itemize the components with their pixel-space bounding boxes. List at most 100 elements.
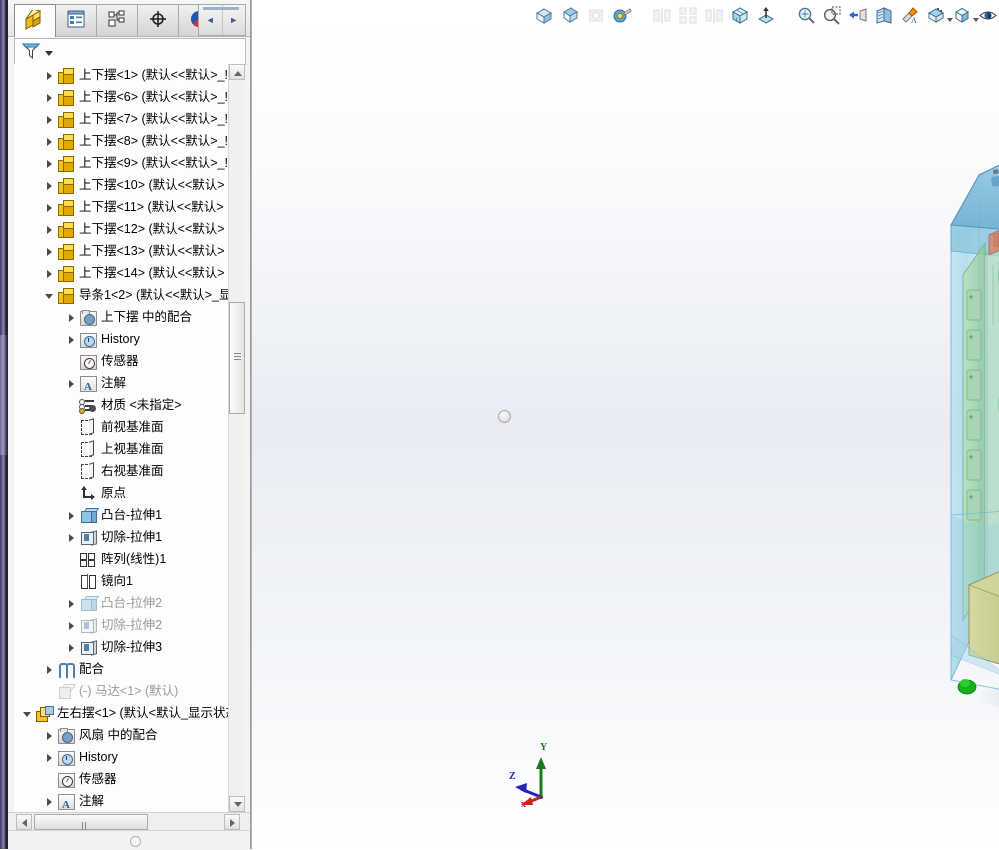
panel-splitter-handle[interactable] [498,410,511,423]
tree-row[interactable]: 导条1<2> (默认<<默认>_显 [14,284,230,306]
tree-row[interactable]: 镜向1 [14,570,230,592]
feature-tree-container[interactable]: 上下摆<1> (默认<<默认>_! 上下摆<6> (默认<<默认>_! 上下摆<7>… [14,64,244,812]
scroll-up-button[interactable] [229,64,245,80]
property-manager-tab[interactable] [55,4,97,36]
tree-row[interactable]: 原点 [14,482,230,504]
hscroll-thumb-grip [82,819,90,844]
horizontal-scroll-thumb[interactable] [34,814,148,844]
mate-align-1-button [651,4,673,26]
tree-row[interactable]: 上下摆<7> (默认<<默认>_! [14,108,230,130]
filter-dropdown-arrow[interactable] [45,51,53,56]
tree-row[interactable]: 传感器 [14,768,230,790]
boss-extrude-icon [79,507,100,524]
zoom-to-area-button[interactable] [821,4,843,26]
tree-row[interactable]: 上视基准面 [14,438,230,460]
tree-row[interactable]: 上下摆<10> (默认<<默认> [14,174,230,196]
isometric-view-button[interactable] [533,4,555,26]
tree-row[interactable]: 上下摆 中的配合 [14,306,230,328]
chevron-right-icon[interactable] [44,92,55,103]
chevron-right-icon[interactable] [44,246,55,257]
tree-row[interactable]: 上下摆<6> (默认<<默认>_! [14,86,230,108]
section-view-button[interactable] [873,4,895,26]
tree-filter-bar[interactable] [14,38,246,65]
tree-row[interactable]: 风扇 中的配合 [14,724,230,746]
chevron-right-icon[interactable] [66,642,77,653]
previous-view-button[interactable] [847,4,869,26]
tree-row-label: History [79,750,118,764]
zoom-to-fit-button[interactable] [795,4,817,26]
hide-show-items-button[interactable] [977,4,999,26]
tree-row[interactable]: 切除-拉伸2 [14,614,230,636]
tree-row[interactable]: 材质 <未指定> [14,394,230,416]
scene-button[interactable] [925,4,953,26]
chevron-right-icon[interactable] [44,224,55,235]
tree-row[interactable]: 上下摆<13> (默认<<默认> [14,240,230,262]
chevron-right-icon[interactable] [44,664,55,675]
scroll-left-button[interactable] [16,814,32,830]
part-icon [57,67,75,84]
view-orientation-button[interactable] [729,4,751,26]
window-left-rail [0,0,8,849]
chevron-right-icon[interactable] [44,268,55,279]
tree-horizontal-scrollbar[interactable] [8,812,250,844]
feature-manager-tab[interactable] [14,4,56,37]
chevron-right-icon[interactable] [66,312,77,323]
tree-row[interactable]: 注解 [14,790,230,812]
tree-row[interactable]: History [14,328,230,350]
chevron-right-icon[interactable] [44,752,55,763]
part-icon [57,89,75,106]
tree-row[interactable]: History [14,746,230,768]
tree-row[interactable]: 注解 [14,372,230,398]
vertical-scroll-thumb[interactable] [229,302,245,414]
dimxpert-manager-tab[interactable] [137,4,179,36]
tree-row-label: 阵列(线性)1 [101,552,167,566]
chevron-right-icon[interactable] [66,620,77,631]
tree-row[interactable]: 切除-拉伸1 [14,526,230,548]
tree-row[interactable]: 凸台-拉伸1 [14,504,230,526]
tree-row[interactable]: 上下摆<11> (默认<<默认> [14,196,230,218]
appearance-button[interactable]: A [899,4,921,26]
chevron-right-icon[interactable] [44,114,55,125]
chevron-right-icon[interactable] [66,532,77,543]
tree-row[interactable]: 右视基准面 [14,460,230,482]
chevron-right-icon[interactable] [44,180,55,191]
chevron-right-icon[interactable] [44,202,55,213]
chevron-right-icon[interactable] [66,378,77,389]
display-style-button[interactable] [951,4,979,26]
tree-row[interactable]: 上下摆<9> (默认<<默认>_! [14,152,230,174]
trimetric-view-button[interactable] [559,4,581,26]
tree-row[interactable]: 切除-拉伸3 [14,636,230,658]
tree-row[interactable]: 阵列(线性)1 [14,548,230,570]
panel-resize-handle[interactable] [130,836,141,847]
tree-row[interactable]: 上下摆<1> (默认<<默认>_! [14,64,230,86]
chevron-down-icon[interactable] [44,290,55,301]
tree-row[interactable]: 上下摆<8> (默认<<默认>_! [14,130,230,152]
scroll-right-button[interactable] [224,814,240,830]
chevron-right-icon[interactable] [66,334,77,345]
tree-row[interactable]: 传感器 [14,350,230,372]
chevron-right-icon[interactable] [44,70,55,81]
chevron-down-icon[interactable] [22,708,33,719]
scroll-down-button[interactable] [229,796,245,812]
tower-fan-model[interactable] [941,115,999,715]
normal-to-button[interactable] [755,4,777,26]
tree-row[interactable]: 前视基准面 [14,416,230,438]
chevron-right-icon[interactable] [66,510,77,521]
tree-row-label: 传感器 [101,354,139,368]
tree-row[interactable]: 左右摆<1> (默认<默认_显示状态 [14,702,230,724]
chevron-right-icon[interactable] [44,158,55,169]
tree-row[interactable]: 上下摆<12> (默认<<默认> [14,218,230,240]
chevron-right-icon[interactable] [44,730,55,741]
tree-row[interactable]: 凸台-拉伸2 [14,592,230,614]
chevron-right-icon[interactable] [44,136,55,147]
chevron-right-icon[interactable] [44,796,55,807]
chevron-right-icon[interactable] [66,598,77,609]
tree-row[interactable]: 配合 [14,658,230,680]
graphics-viewport[interactable]: A Y Z x [251,0,999,849]
tree-row[interactable]: (-) 马达<1> (默认) [14,680,230,702]
tree-row[interactable]: 上下摆<14> (默认<<默认> [14,262,230,284]
tree-vertical-scrollbar[interactable] [228,64,245,812]
measure-button[interactable] [611,4,633,26]
tree-row-label: 材质 <未指定> [101,398,182,412]
configuration-manager-tab[interactable] [96,4,138,36]
